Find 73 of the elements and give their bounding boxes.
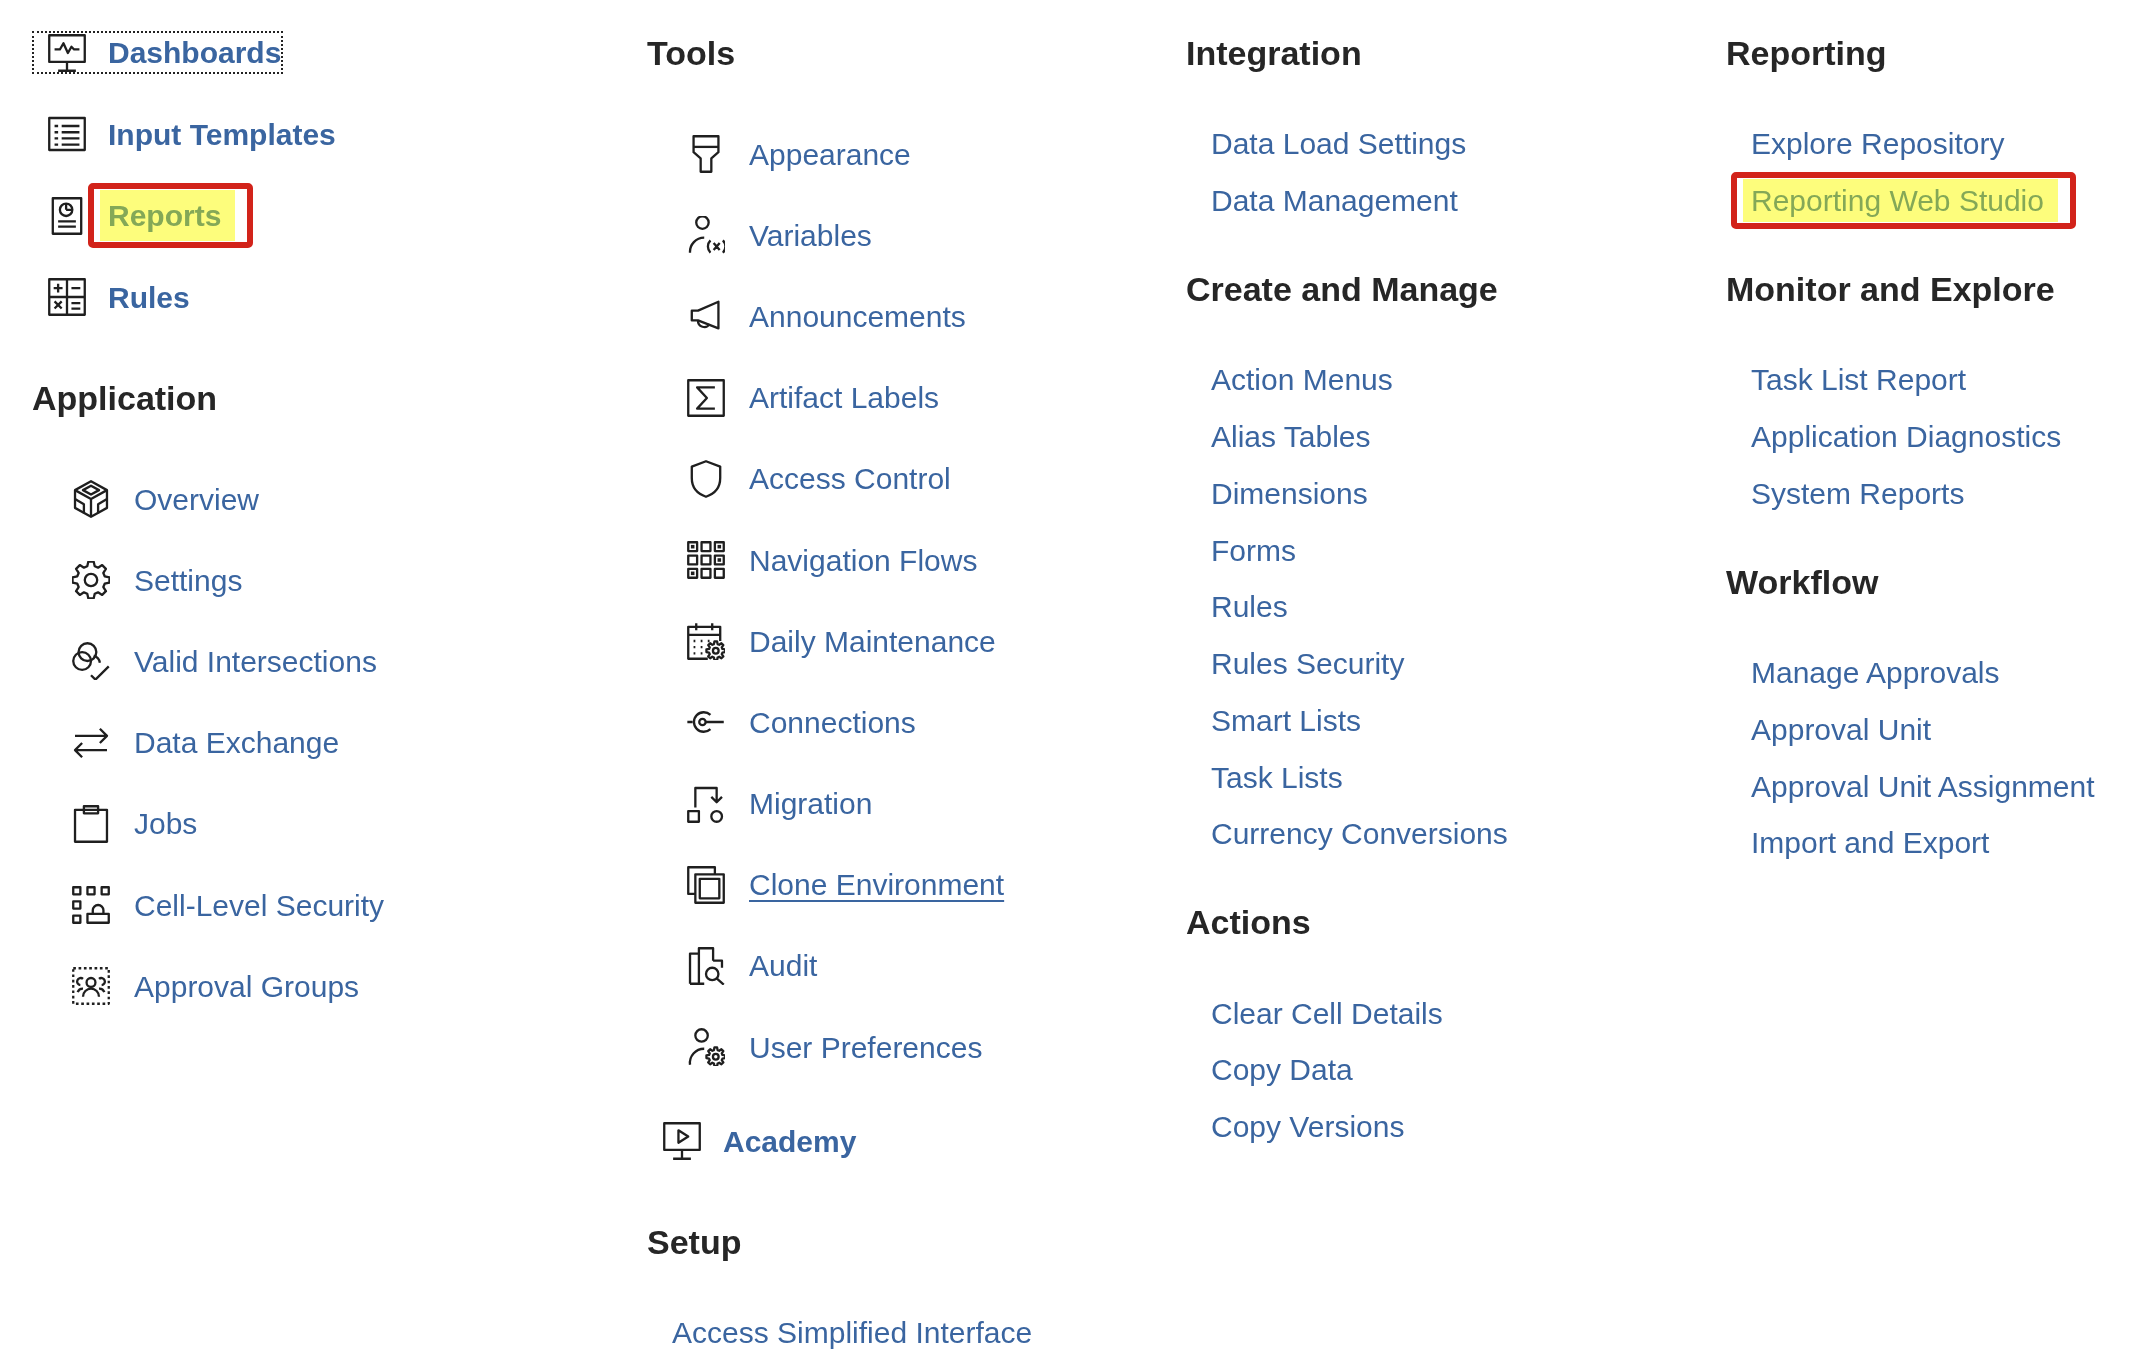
nav-link[interactable]: System Reports <box>1751 473 1965 513</box>
nav-link[interactable]: Manage Approvals <box>1751 653 2000 693</box>
nav-link[interactable]: Explore Repository <box>1751 124 2005 164</box>
nav-link[interactable]: Dashboards <box>32 31 284 75</box>
nav-link[interactable]: Settings <box>72 560 243 600</box>
sigma-icon[interactable] <box>687 378 725 417</box>
nav-link[interactable]: Smart Lists <box>1211 700 1362 740</box>
nav-link[interactable]: Artifact Labels <box>687 378 940 418</box>
clipboard-icon[interactable] <box>72 804 110 843</box>
nav-link[interactable]: Migration <box>687 784 873 824</box>
section-heading: Workflow <box>1726 561 1879 603</box>
nav-link[interactable]: Forms <box>1211 530 1296 570</box>
nav-link[interactable]: Dimensions <box>1211 473 1368 513</box>
shapes-arrow-icon[interactable] <box>687 784 725 823</box>
nav-link[interactable]: Data Management <box>1211 181 1458 221</box>
section-heading: Actions <box>1186 902 1311 944</box>
nav-link[interactable]: Data Exchange <box>72 723 340 763</box>
section-heading: Application <box>32 378 218 419</box>
nav-link[interactable]: Audit <box>687 946 818 986</box>
nav-link[interactable]: User Preferences <box>687 1027 983 1067</box>
nav-link[interactable]: Task List Report <box>1751 360 1967 400</box>
calendar-gear-icon[interactable] <box>687 622 725 661</box>
nav-link[interactable]: Approval Unit <box>1751 709 1932 749</box>
nav-link[interactable]: Rules Security <box>1211 644 1405 684</box>
nav-link[interactable]: Currency Conversions <box>1211 814 1508 854</box>
cube-icon[interactable] <box>72 480 110 519</box>
grid-icon[interactable] <box>687 541 725 580</box>
nav-link[interactable]: Alias Tables <box>1211 417 1371 457</box>
nav-link[interactable]: Access Control <box>687 459 951 499</box>
nav-link[interactable]: Approval Unit Assignment <box>1751 766 2095 806</box>
section-heading: Monitor and Explore <box>1726 269 2055 310</box>
nav-link[interactable]: Import and Export <box>1751 823 1990 863</box>
nav-link[interactable]: Application Diagnostics <box>1751 417 2062 457</box>
settings-icon[interactable] <box>72 561 110 600</box>
section-heading: Integration <box>1186 33 1362 74</box>
calculator-icon[interactable] <box>48 278 86 317</box>
building-search-icon[interactable] <box>687 946 725 985</box>
nav-link[interactable]: Task Lists <box>1211 757 1343 797</box>
nav-link[interactable]: Copy Data <box>1211 1050 1353 1090</box>
section-heading: Reporting <box>1726 33 1887 74</box>
nav-link[interactable]: Action Menus <box>1211 360 1393 400</box>
person-gear-icon[interactable] <box>687 1028 725 1067</box>
nav-link[interactable]: Navigation Flows <box>687 540 978 580</box>
list-icon[interactable] <box>48 115 86 154</box>
nav-link[interactable]: Academy <box>663 1119 857 1163</box>
nav-link[interactable]: Rules <box>48 275 190 319</box>
nav-link[interactable]: Input Templates <box>48 112 336 156</box>
circles-check-icon[interactable] <box>72 642 110 681</box>
section-heading: Create and Manage <box>1186 269 1498 310</box>
nav-link[interactable]: Cell-Level Security <box>72 885 385 925</box>
person-variable-icon[interactable] <box>687 216 725 255</box>
nav-link[interactable]: Overview <box>72 479 260 519</box>
grid-lock-icon[interactable] <box>72 886 110 925</box>
nav-link[interactable]: Connections <box>687 702 916 742</box>
nav-link[interactable]: Jobs <box>72 804 198 844</box>
nav-link[interactable]: Copy Versions <box>1211 1107 1405 1147</box>
nav-link[interactable]: Clone Environment <box>687 865 1005 905</box>
nav-link[interactable]: Announcements <box>687 296 966 336</box>
nav-link[interactable]: Variables <box>687 215 872 255</box>
nav-link[interactable]: Approval Groups <box>72 966 360 1006</box>
nav-link[interactable]: Appearance <box>687 134 911 174</box>
monitor-play-icon[interactable] <box>663 1122 701 1160</box>
nav-link[interactable]: Rules <box>1211 587 1288 627</box>
section-heading: Tools <box>647 33 736 74</box>
nav-link[interactable]: Access Simplified Interface <box>672 1313 1033 1353</box>
copy-icon[interactable] <box>687 865 725 904</box>
nav-link[interactable]: Valid Intersections <box>72 641 377 681</box>
section-heading: Setup <box>647 1221 742 1263</box>
nav-link[interactable]: Daily Maintenance <box>687 621 996 661</box>
nav-link[interactable]: Clear Cell Details <box>1211 993 1443 1033</box>
monitor-pulse-icon[interactable] <box>48 33 86 72</box>
nav-link[interactable]: Data Load Settings <box>1211 124 1467 164</box>
group-icon[interactable] <box>72 967 110 1006</box>
